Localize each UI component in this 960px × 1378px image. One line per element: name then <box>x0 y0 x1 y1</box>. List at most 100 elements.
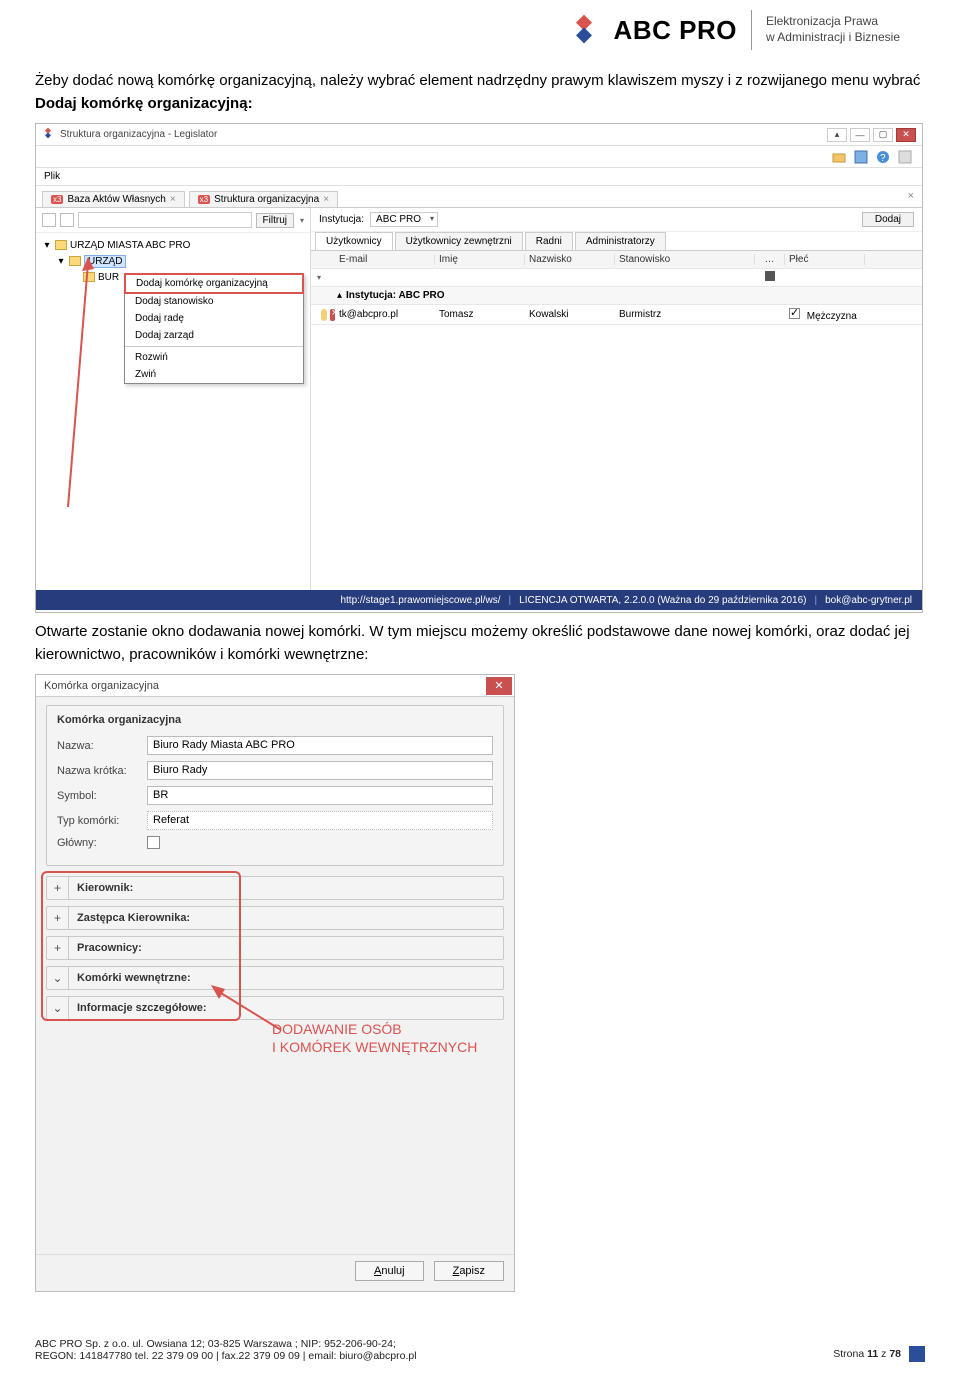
label-glowny: Główny: <box>57 837 147 849</box>
plus-icon[interactable]: + <box>47 877 69 899</box>
add-button[interactable]: Dodaj <box>862 212 914 227</box>
tab-badge-icon: x3 <box>198 195 210 204</box>
logo-icon <box>568 13 600 48</box>
label-nazwa-krotka: Nazwa krótka: <box>57 765 147 777</box>
save-button[interactable]: Zapisz <box>434 1261 504 1281</box>
instruction-2: Otwarte zostanie okno dodawania nowej ko… <box>35 621 925 666</box>
expander-zastepca[interactable]: + Zastępca Kierownika: <box>46 906 504 930</box>
tab-badge-icon: x3 <box>51 195 63 204</box>
page-color-box <box>909 1346 925 1362</box>
tabs-close-all-icon[interactable]: × <box>908 190 914 202</box>
tree-tool-icon[interactable] <box>42 213 56 227</box>
screenshot-dialog: Komórka organizacyjna ✕ Komórka organiza… <box>35 674 515 1292</box>
expander-kierownik[interactable]: + Kierownik: <box>46 876 504 900</box>
menu-item-dodaj-rade[interactable]: Dodaj radę <box>125 310 303 327</box>
menu-item-rozwin[interactable]: Rozwiń <box>125 349 303 366</box>
grid-tabs: Użytkownicy Użytkownicy zewnętrzni Radni… <box>311 232 922 251</box>
input-symbol[interactable]: BR <box>147 786 493 805</box>
grid-filter-row[interactable] <box>311 269 922 287</box>
tab-radni[interactable]: Radni <box>525 232 573 250</box>
window-maximize-button[interactable]: ▢ <box>873 128 893 142</box>
toolbar-settings-icon[interactable] <box>898 150 912 164</box>
row-edit-icon[interactable] <box>321 309 327 321</box>
toolbar-save-icon[interactable] <box>854 150 868 164</box>
gender-checkbox[interactable] <box>789 308 800 319</box>
label-symbol: Symbol: <box>57 790 147 802</box>
chevron-down-icon[interactable]: ⌄ <box>47 967 69 989</box>
tab-uzytkownicy[interactable]: Użytkownicy <box>315 232 393 250</box>
cancel-button[interactable]: Anuluj <box>355 1261 424 1281</box>
tab-close-icon[interactable]: × <box>170 194 176 205</box>
plus-icon[interactable]: + <box>47 907 69 929</box>
row-delete-icon[interactable] <box>330 309 336 321</box>
page-header: ABC PRO Elektronizacja Prawa w Administr… <box>0 0 960 50</box>
dialog-close-button[interactable]: ✕ <box>486 677 512 695</box>
label-nazwa: Nazwa: <box>57 740 147 752</box>
tree-node-root[interactable]: ▾ URZĄD MIASTA ABC PRO <box>42 237 310 253</box>
status-bar: http://stage1.prawomiejscowe.pl/ws/| LIC… <box>36 590 922 610</box>
tree-tool-icon[interactable] <box>60 213 74 227</box>
red-callout-text: DODAWANIE OSÓB I KOMÓREK WEWNĘTRZNYCH <box>272 1020 477 1056</box>
filter-dropdown-icon[interactable]: ▾ <box>300 216 304 225</box>
select-typ-komorki[interactable]: Referat <box>147 811 493 830</box>
context-menu: Dodaj komórkę organizacyjną Dodaj stanow… <box>124 273 304 384</box>
chevron-down-icon[interactable]: ⌄ <box>47 997 69 1019</box>
expander-pracownicy[interactable]: + Pracownicy: <box>46 936 504 960</box>
brand-name: ABC PRO <box>614 15 737 46</box>
grid-data-row[interactable]: tk@abcpro.pl Tomasz Kowalski Burmistrz M… <box>311 305 922 325</box>
red-arrow-annotation <box>58 257 128 517</box>
tab-close-icon[interactable]: × <box>323 194 329 205</box>
menu-item-dodaj-komorke[interactable]: Dodaj komórkę organizacyjną <box>124 273 304 294</box>
menu-item-dodaj-zarzad[interactable]: Dodaj zarząd <box>125 327 303 344</box>
menu-plik[interactable]: Plik <box>44 171 60 182</box>
filter-toggle-icon[interactable] <box>765 271 775 281</box>
dialog-titlebar: Komórka organizacyjna ✕ <box>36 675 514 697</box>
col-imie[interactable]: Imię <box>435 254 525 265</box>
window-minimize-button[interactable]: — <box>850 128 870 142</box>
filter-button[interactable]: Filtruj <box>256 213 294 228</box>
institution-label: Instytucja: <box>319 214 364 225</box>
col-more[interactable]: … <box>755 254 785 265</box>
col-stanowisko[interactable]: Stanowisko <box>615 254 755 265</box>
plus-icon[interactable]: + <box>47 937 69 959</box>
header-divider <box>751 10 752 50</box>
app-menubar: Plik <box>36 168 922 186</box>
grid-group-row[interactable]: ▴ Instytucja: ABC PRO <box>311 287 922 305</box>
col-email[interactable]: E-mail <box>335 254 435 265</box>
grid-panel: Instytucja: ABC PRO Dodaj Użytkownicy Uż… <box>311 208 922 590</box>
document-tabs: x3 Baza Aktów Własnych × x3 Struktura or… <box>36 186 922 208</box>
tree-filter-input[interactable] <box>78 212 252 228</box>
checkbox-glowny[interactable] <box>147 836 160 849</box>
app-titlebar: Struktura organizacyjna - Legislator ▴ —… <box>36 124 922 146</box>
brand-subtitle: Elektronizacja Prawa w Administracji i B… <box>766 14 900 45</box>
col-plec[interactable]: Płeć <box>785 254 865 265</box>
tree-node-urzad[interactable]: ▾ URZĄD <box>42 253 310 269</box>
input-nazwa[interactable]: Biuro Rady Miasta ABC PRO <box>147 736 493 755</box>
tab-baza-aktow[interactable]: x3 Baza Aktów Własnych × <box>42 191 185 207</box>
users-grid: E-mail Imię Nazwisko Stanowisko … Płeć <box>311 251 922 590</box>
page-number: Strona 11 z 78 <box>833 1348 901 1360</box>
instruction-1: Żeby dodać nową komórkę organizacyjną, n… <box>35 70 925 115</box>
tab-struktura[interactable]: x3 Struktura organizacyjna × <box>189 191 338 207</box>
toolbar-open-icon[interactable] <box>832 150 846 164</box>
app-icon <box>42 127 54 142</box>
dialog-buttons: Anuluj Zapisz <box>36 1254 514 1291</box>
menu-item-zwin[interactable]: Zwiń <box>125 366 303 383</box>
window-up-button[interactable]: ▴ <box>827 128 847 142</box>
window-title: Struktura organizacyjna - Legislator <box>60 129 217 140</box>
tab-administratorzy[interactable]: Administratorzy <box>575 232 666 250</box>
tree-panel: Filtruj ▾ ▾ URZĄD MIASTA ABC PRO ▾ URZĄD… <box>36 208 311 590</box>
input-nazwa-krotka[interactable]: Biuro Rady <box>147 761 493 780</box>
grid-header-row: E-mail Imię Nazwisko Stanowisko … Płeć <box>311 251 922 269</box>
toolbar-help-icon[interactable]: ? <box>876 150 890 164</box>
col-nazwisko[interactable]: Nazwisko <box>525 254 615 265</box>
group-collapse-icon[interactable]: ▴ <box>337 290 342 301</box>
tab-uzytkownicy-zew[interactable]: Użytkownicy zewnętrzni <box>395 232 523 250</box>
menu-item-dodaj-stanowisko[interactable]: Dodaj stanowisko <box>125 293 303 310</box>
institution-select[interactable]: ABC PRO <box>370 212 438 227</box>
window-close-button[interactable]: ✕ <box>896 128 916 142</box>
svg-text:?: ? <box>880 153 886 164</box>
screenshot-app-window: Struktura organizacyjna - Legislator ▴ —… <box>35 123 923 613</box>
dialog-group-main: Komórka organizacyjna Nazwa: Biuro Rady … <box>46 705 504 866</box>
page-footer: ABC PRO Sp. z o.o. ul. Owsiana 12; 03-82… <box>35 1338 925 1362</box>
